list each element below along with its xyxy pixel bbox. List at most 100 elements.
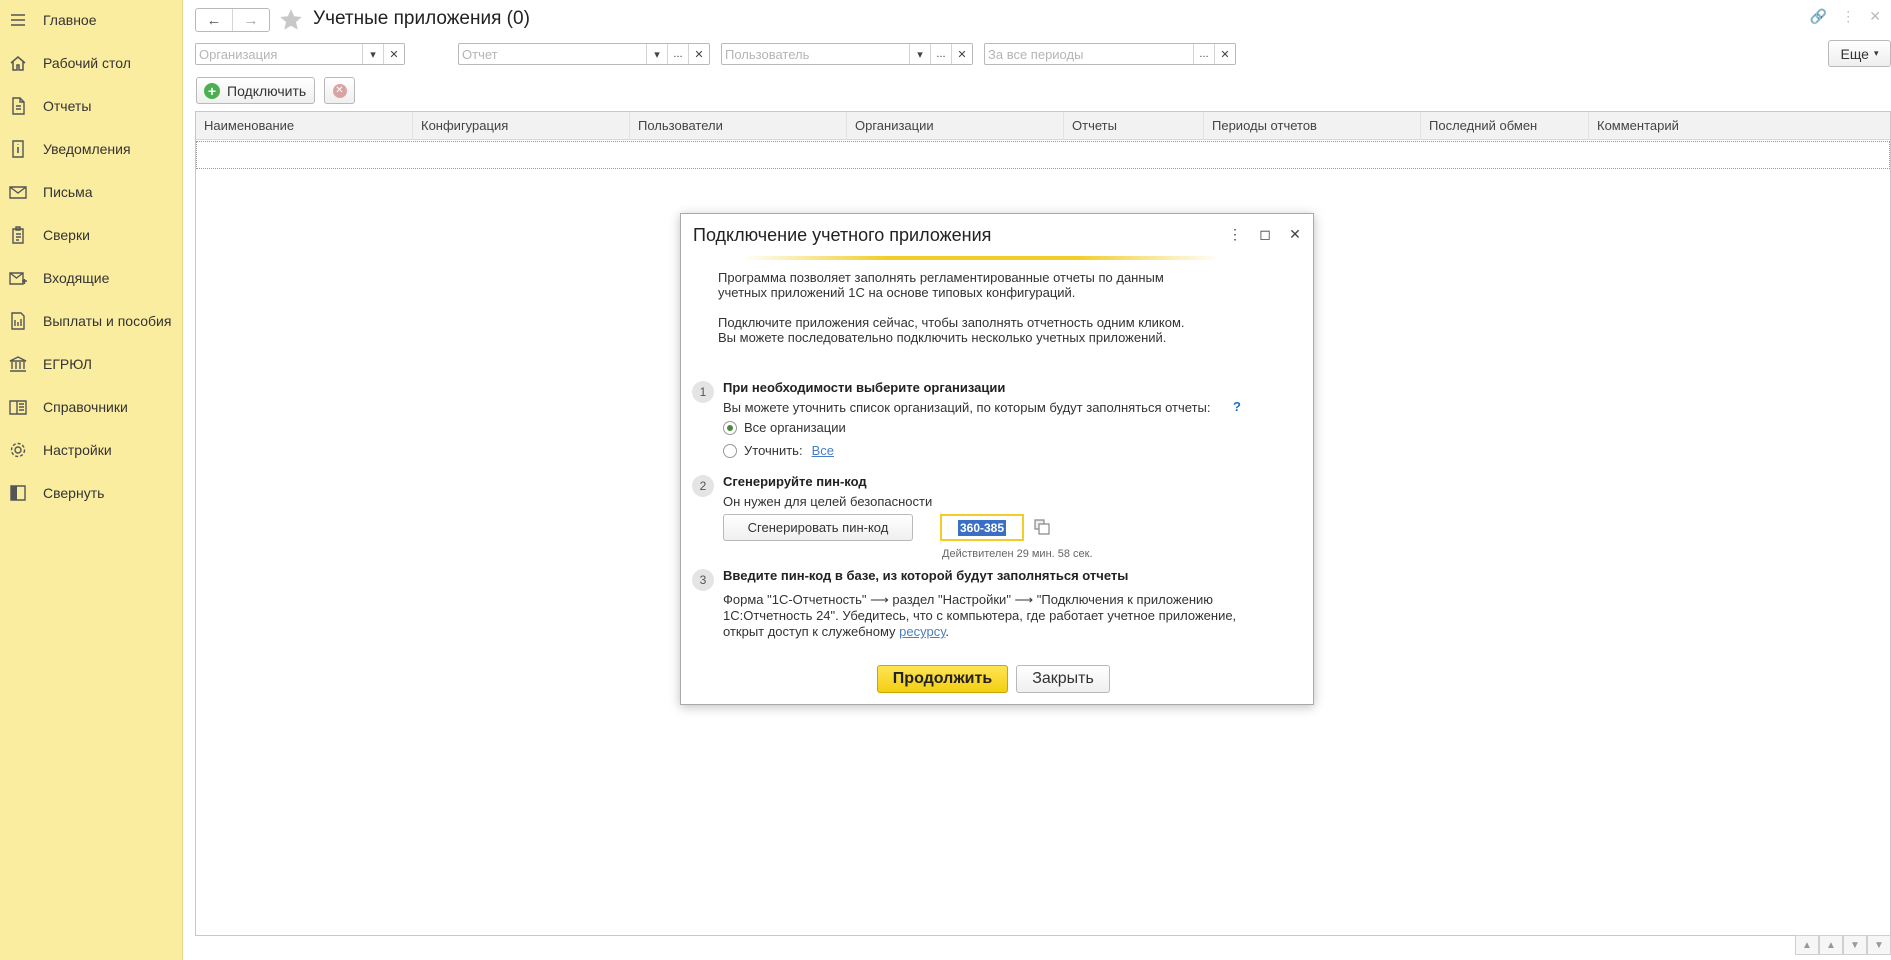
sidebar-item-payments[interactable]: Выплаты и пособия	[0, 301, 183, 341]
close-button-label: Закрыть	[1032, 670, 1094, 687]
scroll-to-top-icon[interactable]: ▲	[1795, 935, 1819, 955]
pin-code-field[interactable]: 360-385	[940, 514, 1024, 541]
back-arrow-icon[interactable]: ←	[196, 9, 232, 31]
continue-button-label: Продолжить	[892, 670, 993, 687]
scroll-to-bottom-icon[interactable]: ▼	[1867, 935, 1891, 955]
dropdown-icon[interactable]: ▾	[362, 44, 383, 64]
generate-pin-button[interactable]: Сгенерировать пин-код	[723, 514, 913, 541]
sidebar-item-label: Уведомления	[43, 141, 131, 157]
sidebar-item-label: Настройки	[43, 442, 112, 458]
sidebar-item-label: Отчеты	[43, 98, 92, 114]
table-scroll-controls: ▲ ▲ ▼ ▼	[1795, 935, 1891, 955]
close-button[interactable]: Закрыть	[1016, 665, 1110, 693]
user-input[interactable]	[722, 44, 909, 64]
scroll-up-icon[interactable]: ▲	[1819, 935, 1843, 955]
intro-line: Программа позволяет заполнять регламенти…	[718, 270, 1164, 285]
select-ellipsis-icon[interactable]: ...	[667, 44, 688, 64]
radio-circle	[723, 420, 737, 435]
sidebar-item-settings[interactable]: Настройки	[0, 430, 183, 470]
add-icon: +	[204, 82, 220, 99]
sidebar-item-label: Сверки	[43, 227, 90, 243]
report-input[interactable]	[459, 44, 646, 64]
gear-icon	[8, 440, 28, 460]
window-controls: 🔗 ⋮ ✕	[1810, 8, 1891, 25]
close-icon[interactable]: ✕	[1285, 224, 1305, 244]
mail-icon	[8, 182, 28, 202]
connect-application-dialog: Подключение учетного приложения ⋮ ◻ ✕ Пр…	[680, 213, 1314, 705]
inbox-mail-icon	[8, 268, 28, 288]
column-header-report-periods[interactable]: Периоды отчетов	[1204, 112, 1421, 140]
forward-arrow-icon[interactable]: →	[232, 9, 269, 31]
connect-button[interactable]: + Подключить	[196, 77, 315, 104]
continue-button[interactable]: Продолжить	[877, 665, 1008, 693]
resource-link[interactable]: ресурсу	[899, 624, 945, 639]
clipboard-icon	[8, 225, 28, 245]
dropdown-icon[interactable]: ▾	[646, 44, 667, 64]
clear-icon[interactable]: ✕	[688, 44, 709, 64]
sidebar-item-inbox[interactable]: Входящие	[0, 258, 183, 298]
copy-icon[interactable]	[1033, 518, 1051, 536]
column-header-organizations[interactable]: Организации	[847, 112, 1064, 140]
clear-icon[interactable]: ✕	[951, 44, 972, 64]
dialog-title: Подключение учетного приложения	[693, 225, 992, 245]
select-ellipsis-icon[interactable]: ...	[930, 44, 951, 64]
help-icon[interactable]: ?	[1233, 399, 1241, 414]
pin-code-value: 360-385	[957, 519, 1007, 536]
sidebar-item-main[interactable]: Главное	[0, 0, 183, 40]
column-header-last-exchange[interactable]: Последний обмен	[1421, 112, 1589, 140]
scroll-down-icon[interactable]: ▼	[1843, 935, 1867, 955]
clear-icon[interactable]: ✕	[1214, 44, 1235, 64]
select-ellipsis-icon[interactable]: ...	[1193, 44, 1214, 64]
radio-all-organizations[interactable]: Все организации	[723, 420, 846, 435]
column-header-name[interactable]: Наименование	[196, 112, 413, 140]
sidebar-item-notifications[interactable]: Уведомления	[0, 129, 183, 169]
sidebar-item-reconciliations[interactable]: Сверки	[0, 215, 183, 255]
sidebar-item-egrul[interactable]: ЕГРЮЛ	[0, 344, 183, 384]
column-header-reports[interactable]: Отчеты	[1064, 112, 1204, 140]
intro-paragraph-2: Подключите приложения сейчас, чтобы запо…	[718, 315, 1185, 345]
navigation-buttons: ← →	[195, 8, 270, 32]
report-filter: ▾ ... ✕	[458, 43, 710, 65]
sidebar-item-desktop[interactable]: Рабочий стол	[0, 43, 183, 83]
sidebar-item-collapse[interactable]: Свернуть	[0, 473, 183, 513]
maximize-icon[interactable]: ◻	[1255, 224, 1275, 244]
specify-link[interactable]: Все	[812, 443, 834, 458]
dropdown-icon[interactable]: ▾	[909, 44, 930, 64]
book-icon	[8, 397, 28, 417]
clear-icon[interactable]: ✕	[383, 44, 404, 64]
connect-button-label: Подключить	[227, 82, 307, 99]
sidebar-item-letters[interactable]: Письма	[0, 172, 183, 212]
sidebar-item-directories[interactable]: Справочники	[0, 387, 183, 427]
radio-specify-organizations[interactable]: Уточнить: Все	[723, 443, 834, 458]
generate-pin-label: Сгенерировать пин-код	[747, 520, 889, 535]
instruction-line: Форма "1С-Отчетность" ⟶ раздел "Настройк…	[723, 592, 1214, 607]
star-icon[interactable]	[278, 7, 304, 33]
sidebar-item-label: Главное	[43, 12, 97, 28]
period-filter: ... ✕	[984, 43, 1236, 65]
info-icon	[8, 139, 28, 159]
organization-input[interactable]	[196, 44, 362, 64]
more-vertical-icon[interactable]: ⋮	[1841, 8, 1855, 25]
sidebar-item-label: Выплаты и пособия	[43, 313, 172, 329]
sidebar-item-label: Письма	[43, 184, 93, 200]
sidebar-item-label: Справочники	[43, 399, 128, 415]
table-row[interactable]	[196, 141, 1890, 169]
column-header-configuration[interactable]: Конфигурация	[413, 112, 630, 140]
step-instructions: Форма "1С-Отчетность" ⟶ раздел "Настройк…	[723, 592, 1236, 640]
radio-circle	[723, 443, 737, 458]
more-button-label: Еще	[1840, 45, 1869, 62]
column-header-comment[interactable]: Комментарий	[1589, 112, 1891, 140]
column-header-users[interactable]: Пользователи	[630, 112, 847, 140]
bank-icon	[8, 354, 28, 374]
link-icon[interactable]: 🔗	[1810, 8, 1827, 25]
dialog-controls: ⋮ ◻ ✕	[1225, 224, 1305, 244]
disconnect-button[interactable]: ✕	[324, 77, 355, 104]
close-icon[interactable]: ✕	[1869, 8, 1881, 25]
step-description: Он нужен для целей безопасности	[723, 494, 933, 509]
more-vertical-icon[interactable]: ⋮	[1225, 224, 1245, 244]
more-button[interactable]: Еще ▾	[1828, 40, 1891, 67]
sidebar: Главное Рабочий стол Отчеты Уведомления …	[0, 0, 183, 960]
sidebar-item-reports[interactable]: Отчеты	[0, 86, 183, 126]
table-header: Наименование Конфигурация Пользователи О…	[196, 112, 1890, 140]
period-input[interactable]	[985, 44, 1193, 64]
